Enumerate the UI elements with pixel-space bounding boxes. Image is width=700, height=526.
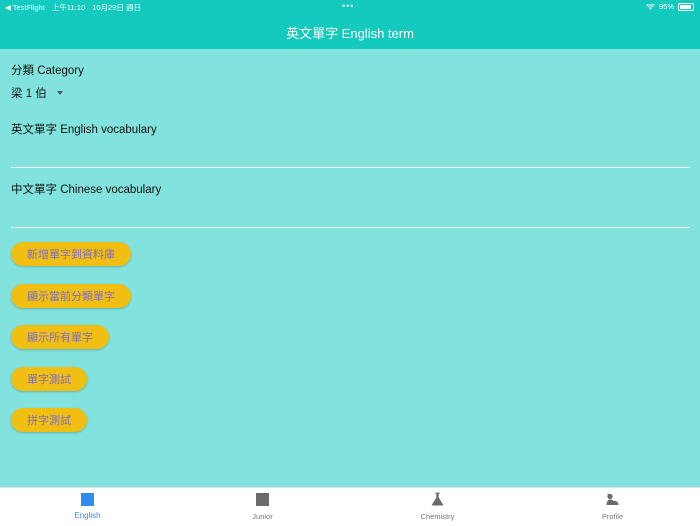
chevron-down-icon <box>56 91 63 95</box>
status-date: 10月29日 週日 <box>92 3 141 12</box>
tab-english[interactable]: English <box>0 488 175 526</box>
battery-icon <box>678 2 694 11</box>
back-to-app-link[interactable]: ◀ TestFlight <box>5 3 45 12</box>
category-dropdown[interactable]: 梁 1 伯 <box>11 85 63 101</box>
page-title: 英文單字 English term <box>286 26 414 41</box>
category-selected-value: 梁 1 伯 <box>11 88 47 100</box>
multitask-dots-icon[interactable]: ••• <box>342 1 354 11</box>
chinese-vocabulary-input[interactable] <box>11 207 690 228</box>
status-bar: ◀ TestFlight 上午11:10 10月29日 週日 ••• 95% <box>0 0 700 13</box>
status-right: 95% <box>646 2 694 11</box>
app-bar: 英文單字 English term <box>0 13 700 49</box>
english-vocabulary-label: 英文單字 English vocabulary <box>11 124 157 136</box>
tab-profile[interactable]: Profile <box>525 488 700 526</box>
status-left: ◀ TestFlight 上午11:10 10月29日 週日 <box>5 2 146 13</box>
bottom-tab-bar: English Junior Chemistry Profile <box>0 487 700 526</box>
english-vocabulary-input[interactable] <box>11 147 690 168</box>
add-word-to-database-button[interactable]: 新增單字到資料庫 <box>11 242 131 266</box>
show-category-words-button[interactable]: 顯示當前分類單字 <box>11 284 131 308</box>
battery-percent: 95% <box>658 2 674 11</box>
tab-english-label: English <box>74 511 101 520</box>
chinese-vocabulary-label: 中文單字 Chinese vocabulary <box>11 184 162 196</box>
flask-icon <box>431 492 444 506</box>
square-icon <box>256 493 269 506</box>
status-time: 上午11:10 <box>51 3 86 12</box>
tab-chemistry-label: Chemistry <box>420 512 455 521</box>
tab-chemistry[interactable]: Chemistry <box>350 488 525 526</box>
word-test-button[interactable]: 單字測試 <box>11 367 87 391</box>
tab-junior-label: Junior <box>252 512 273 521</box>
category-label: 分類 Category <box>11 65 84 77</box>
tab-profile-label: Profile <box>601 512 624 521</box>
wifi-icon <box>646 3 655 10</box>
square-icon <box>81 493 94 506</box>
show-all-words-button[interactable]: 顯示所有單字 <box>11 325 109 349</box>
spelling-test-button[interactable]: 拼字測試 <box>11 408 87 432</box>
profile-icon <box>606 493 619 505</box>
tab-junior[interactable]: Junior <box>175 488 350 526</box>
